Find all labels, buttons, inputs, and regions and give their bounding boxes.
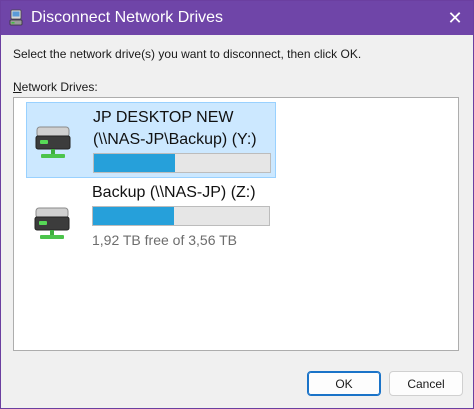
disconnect-network-drives-dialog: Disconnect Network Drives ✕ Select the n… — [0, 0, 474, 409]
network-drives-list[interactable]: JP DESKTOP NEW (\\NAS-JP\Backup) (Y:) Ba… — [13, 97, 459, 351]
label-text: etwork Drives: — [21, 80, 98, 94]
drive-item-z[interactable]: Backup (\\NAS-JP) (Z:) 1,92 TB free of 3… — [26, 180, 276, 250]
network-drive-app-icon — [9, 9, 23, 26]
drive-name-line2: (\\NAS-JP\Backup) (Y:) — [93, 131, 257, 148]
cancel-button[interactable]: Cancel — [389, 371, 463, 396]
drive-usage-fill — [93, 207, 174, 225]
network-drives-label: Network Drives: — [13, 80, 98, 94]
drive-usage-bar — [92, 206, 270, 226]
drive-usage-fill — [94, 154, 175, 172]
drive-free-space: 1,92 TB free of 3,56 TB — [92, 232, 238, 248]
ok-button[interactable]: OK — [307, 371, 381, 396]
drive-name-line1: JP DESKTOP NEW — [93, 109, 234, 126]
instruction-text: Select the network drive(s) you want to … — [13, 47, 362, 61]
label-accelerator: N — [13, 80, 22, 94]
title-bar[interactable]: Disconnect Network Drives ✕ — [1, 1, 473, 35]
window-title: Disconnect Network Drives — [31, 9, 224, 26]
close-button[interactable]: ✕ — [443, 6, 467, 30]
network-drive-icon — [34, 207, 70, 239]
drive-usage-bar — [93, 153, 271, 173]
drive-name: Backup (\\NAS-JP) (Z:) — [92, 184, 256, 201]
network-drive-icon — [35, 126, 71, 158]
drive-item-y[interactable]: JP DESKTOP NEW (\\NAS-JP\Backup) (Y:) — [26, 102, 276, 178]
